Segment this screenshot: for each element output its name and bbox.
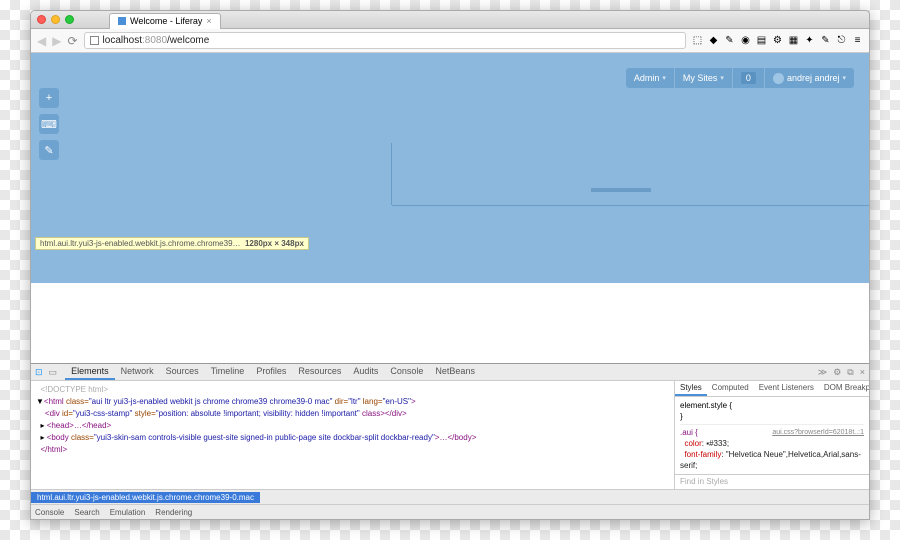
tab-resources[interactable]: Resources <box>292 364 347 380</box>
layout-guide <box>392 205 869 206</box>
styles-filter[interactable]: Find in Styles <box>675 474 869 489</box>
devtools-body: <!DOCTYPE html> ▼<html class="aui ltr yu… <box>31 381 869 489</box>
ext-icon[interactable]: ✦ <box>804 35 815 46</box>
zoom-button[interactable] <box>65 15 74 24</box>
favicon <box>118 17 126 25</box>
ext-icon[interactable]: ⚙ <box>772 35 783 46</box>
chevron-down-icon: ▾ <box>662 74 666 82</box>
titlebar: Welcome - Liferay × <box>31 11 869 29</box>
dockbar-admin[interactable]: Admin▾ <box>626 68 675 88</box>
tab-audits[interactable]: Audits <box>347 364 384 380</box>
url-port: :8080 <box>142 35 167 46</box>
drawer-rendering[interactable]: Rendering <box>155 508 192 517</box>
drawer-emulation[interactable]: Emulation <box>110 508 146 517</box>
drawer-tabs: Console Search Emulation Rendering <box>31 504 869 519</box>
ext-icon[interactable]: ✎ <box>724 35 735 46</box>
ext-icon[interactable]: ▤ <box>756 35 767 46</box>
styles-tab-computed[interactable]: Computed <box>707 381 754 396</box>
settings-icon[interactable]: ⚙ <box>833 367 841 378</box>
dockbar-mysites[interactable]: My Sites▾ <box>675 68 733 88</box>
layout-guide <box>591 188 651 192</box>
inspect-icon[interactable]: ⊡ <box>35 367 43 378</box>
ext-icon[interactable]: ▦ <box>788 35 799 46</box>
traffic-lights <box>37 15 74 24</box>
close-devtools-icon[interactable]: × <box>860 367 865 378</box>
ext-icon[interactable]: ⎋ <box>836 35 847 46</box>
ext-icon[interactable]: ◉ <box>740 35 751 46</box>
close-button[interactable] <box>37 15 46 24</box>
drawer-search[interactable]: Search <box>74 508 99 517</box>
content: Admin▾ My Sites▾ 0 andrej andrej▾ + ⌨ ✎ … <box>31 53 869 519</box>
url-path: /welcome <box>167 35 209 46</box>
tab-network[interactable]: Network <box>115 364 160 380</box>
tab-title: Welcome - Liferay <box>130 16 202 26</box>
styles-tab-styles[interactable]: Styles <box>675 381 707 396</box>
url-field[interactable]: localhost:8080/welcome <box>84 32 686 49</box>
forward-button[interactable]: ▶ <box>52 34 61 48</box>
minimize-button[interactable] <box>51 15 60 24</box>
reload-button[interactable]: ⟳ <box>67 34 77 48</box>
ext-icon[interactable]: ✎ <box>820 35 831 46</box>
add-button[interactable]: + <box>39 88 59 108</box>
devtools: ⊡ ▭ Elements Network Sources Timeline Pr… <box>31 363 869 519</box>
page-icon <box>90 36 99 45</box>
address-bar: ◀ ▶ ⟳ localhost:8080/welcome ⬚ ◆ ✎ ◉ ▤ ⚙… <box>31 29 869 53</box>
dockbar-user[interactable]: andrej andrej▾ <box>765 68 854 88</box>
tab-timeline[interactable]: Timeline <box>205 364 251 380</box>
extension-icons: ⬚ ◆ ✎ ◉ ▤ ⚙ ▦ ✦ ✎ ⎋ ≡ <box>692 35 863 46</box>
dockbar-notifications[interactable]: 0 <box>733 68 765 88</box>
styles-body[interactable]: element.style { } .aui {aui.css?browserI… <box>675 397 869 474</box>
browser-window: Welcome - Liferay × ◀ ▶ ⟳ localhost:8080… <box>30 10 870 520</box>
tab-elements[interactable]: Elements <box>65 364 115 380</box>
preview-button[interactable]: ⌨ <box>39 114 59 134</box>
styles-tabs: Styles Computed Event Listeners DOM Brea… <box>675 381 869 397</box>
dom-tree[interactable]: <!DOCTYPE html> ▼<html class="aui ltr yu… <box>31 381 674 489</box>
dock-icon[interactable]: ⧉ <box>847 367 853 378</box>
tab-profiles[interactable]: Profiles <box>250 364 292 380</box>
back-button[interactable]: ◀ <box>37 34 46 48</box>
side-toolbar: + ⌨ ✎ <box>39 88 59 160</box>
styles-tab-events[interactable]: Event Listeners <box>754 381 819 396</box>
device-icon[interactable]: ▭ <box>49 367 58 378</box>
edit-button[interactable]: ✎ <box>39 140 59 160</box>
styles-tab-dom[interactable]: DOM Breakpoints <box>819 381 869 396</box>
avatar <box>773 73 784 84</box>
ext-icon[interactable]: ◆ <box>708 35 719 46</box>
breadcrumb[interactable]: html.aui.ltr.yui3-js-enabled.webkit.js.c… <box>31 489 869 504</box>
tab-sources[interactable]: Sources <box>160 364 205 380</box>
chevron-down-icon: ▾ <box>842 74 846 82</box>
drawer-console[interactable]: Console <box>35 508 64 517</box>
menu-icon[interactable]: ≡ <box>852 35 863 46</box>
tab-netbeans[interactable]: NetBeans <box>429 364 481 380</box>
tab-console[interactable]: Console <box>384 364 429 380</box>
styles-pane: Styles Computed Event Listeners DOM Brea… <box>674 381 869 489</box>
close-tab-icon[interactable]: × <box>206 16 211 26</box>
dockbar: Admin▾ My Sites▾ 0 andrej andrej▾ <box>626 68 854 88</box>
ext-icon[interactable]: ⬚ <box>692 35 703 46</box>
page-body <box>31 283 869 363</box>
layout-guide <box>391 143 392 205</box>
url-host: localhost <box>103 35 142 46</box>
element-tooltip: html.aui.ltr.yui3-js-enabled.webkit.js.c… <box>35 237 309 250</box>
devtools-toolbar: ⊡ ▭ Elements Network Sources Timeline Pr… <box>31 364 869 381</box>
devtools-tabs: Elements Network Sources Timeline Profil… <box>65 364 481 380</box>
drawer-toggle-icon[interactable]: ≫ <box>818 367 827 378</box>
chevron-down-icon: ▾ <box>720 74 724 82</box>
browser-tab[interactable]: Welcome - Liferay × <box>109 13 221 29</box>
